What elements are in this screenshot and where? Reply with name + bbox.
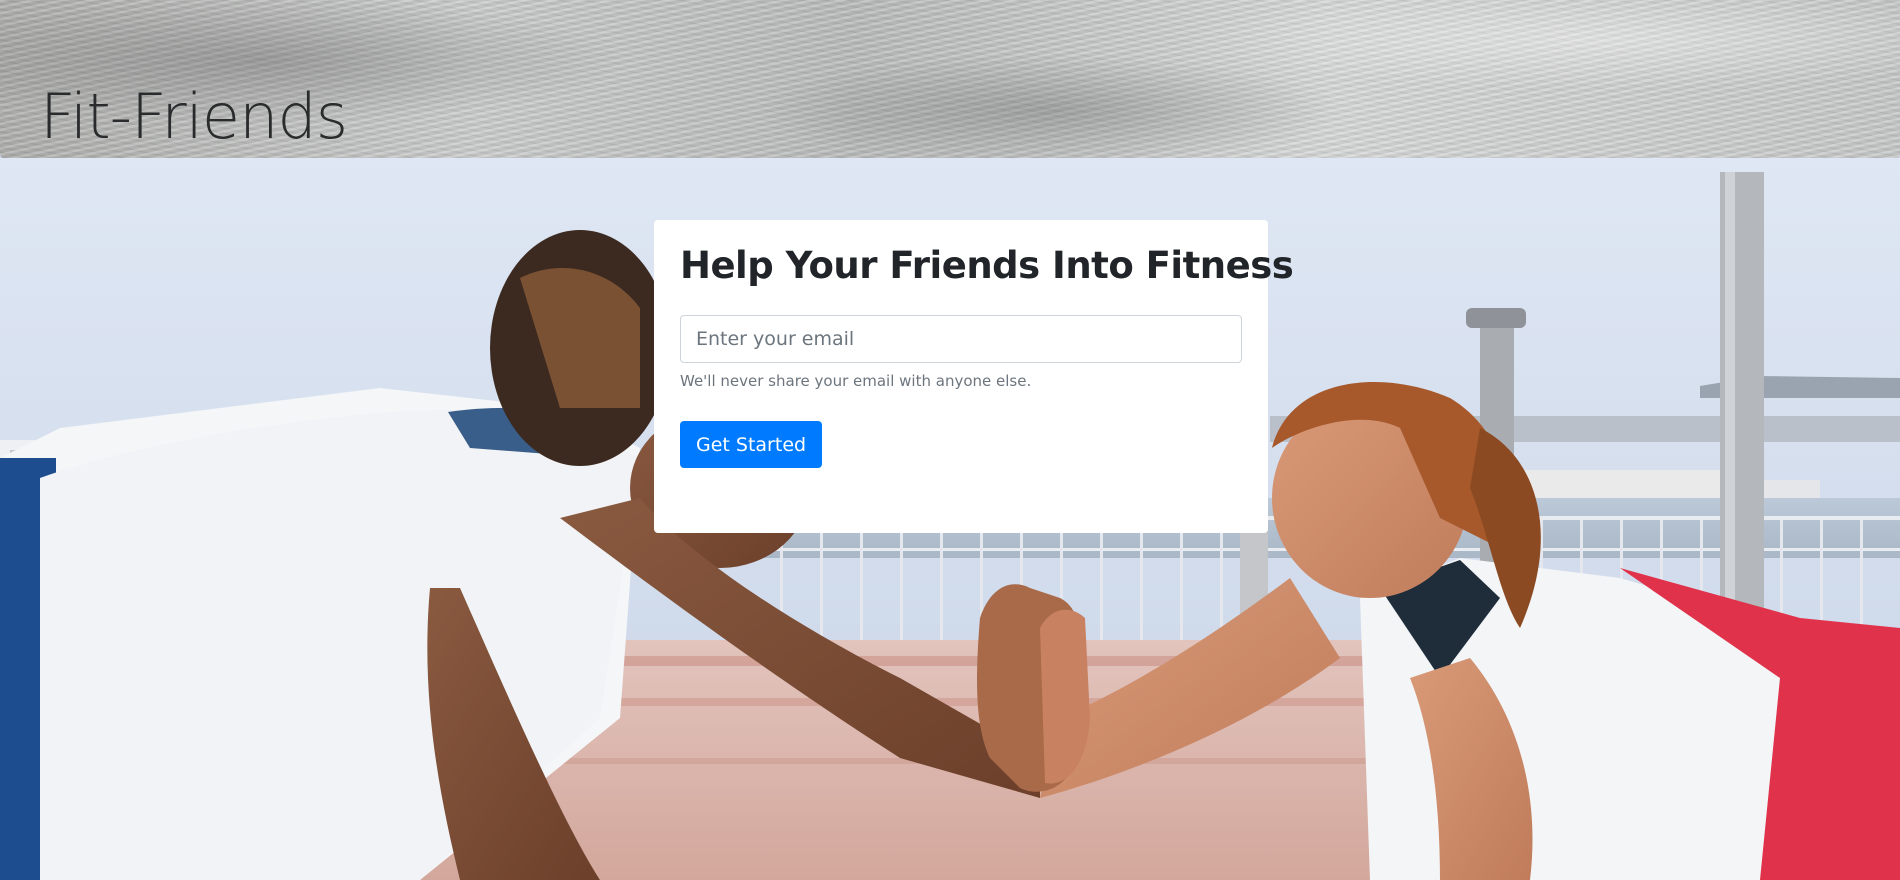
- signup-card: Help Your Friends Into Fitness We'll nev…: [654, 220, 1294, 533]
- site-brand[interactable]: Fit-Friends: [40, 86, 348, 148]
- signup-form: We'll never share your email with anyone…: [680, 315, 1242, 469]
- email-help-text: We'll never share your email with anyone…: [680, 372, 1032, 391]
- site-header: Fit-Friends: [0, 0, 1900, 158]
- get-started-button[interactable]: Get Started: [680, 421, 823, 469]
- signup-title: Help Your Friends Into Fitness: [680, 244, 1294, 287]
- email-input[interactable]: [680, 315, 1242, 364]
